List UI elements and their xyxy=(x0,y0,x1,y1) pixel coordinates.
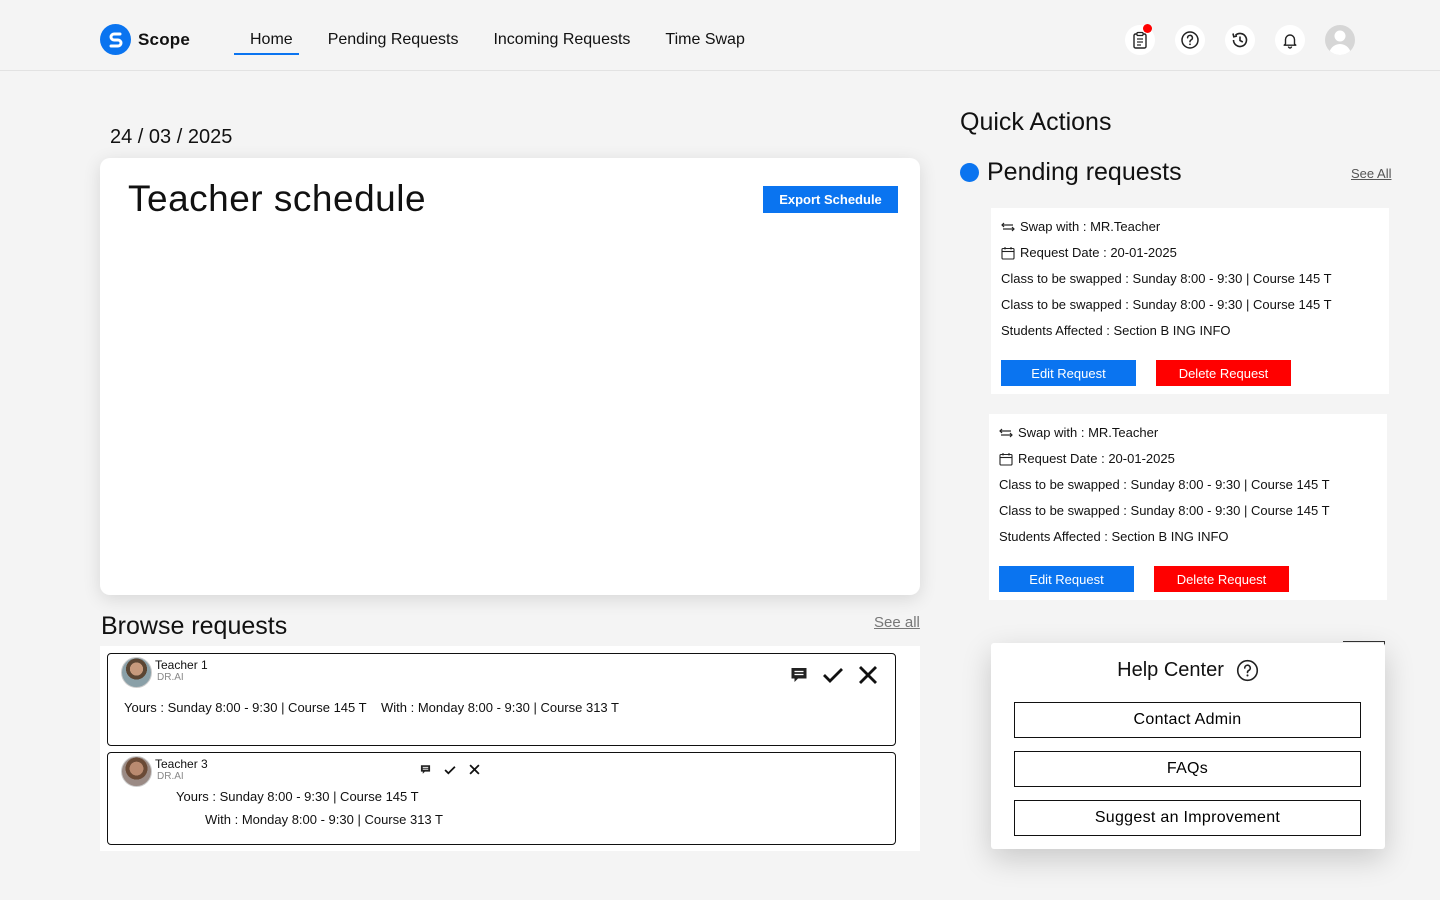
reject-button[interactable] xyxy=(469,762,480,780)
nav-incoming-requests[interactable]: Incoming Requests xyxy=(493,31,630,52)
help-center-popup: Help Center Contact Admin FAQs Suggest a… xyxy=(991,643,1385,849)
delete-request-button[interactable]: Delete Request xyxy=(1154,566,1289,592)
request-with: With : Monday 8:00 - 9:30 | Course 313 T xyxy=(381,700,619,715)
schedule-card: Teacher schedule Export Schedule xyxy=(100,158,920,595)
notification-dot xyxy=(1143,24,1152,33)
nav-time-swap[interactable]: Time Swap xyxy=(665,31,744,52)
help-icon xyxy=(1181,31,1199,49)
teacher-subtitle: DR.AI xyxy=(157,771,184,782)
teacher-avatar xyxy=(121,657,152,688)
calendar-icon xyxy=(999,452,1013,466)
suggest-improvement-button[interactable]: Suggest an Improvement xyxy=(1014,800,1361,836)
teacher-subtitle: DR.AI xyxy=(157,672,184,683)
check-icon xyxy=(444,766,456,775)
students-affected-text: Students Affected : Section B ING INFO xyxy=(999,529,1229,544)
contact-admin-button[interactable]: Contact Admin xyxy=(1014,702,1361,738)
accept-button[interactable] xyxy=(444,762,456,780)
user-avatar[interactable] xyxy=(1325,25,1355,55)
comment-icon xyxy=(420,765,431,774)
request-card[interactable]: Teacher 3 DR.AI Yours : Sunday 8:00 - 9:… xyxy=(107,752,896,845)
help-center-title: Help Center xyxy=(1117,659,1224,681)
pending-requests-heading: Pending requests xyxy=(960,158,1182,187)
close-icon xyxy=(469,764,480,775)
brand-name: Scope xyxy=(138,29,191,49)
request-yours: Yours : Sunday 8:00 - 9:30 | Course 145 … xyxy=(124,700,367,715)
brand-logo[interactable]: Scope xyxy=(100,24,190,55)
current-date: 24 / 03 / 2025 xyxy=(110,126,233,148)
pending-see-all-link[interactable]: See All xyxy=(1351,166,1391,181)
swap-icon xyxy=(999,428,1013,437)
swap-icon xyxy=(1001,222,1015,231)
bell-icon xyxy=(1283,34,1297,49)
check-icon xyxy=(823,668,843,683)
swap-with-text: Swap with : MR.Teacher xyxy=(1018,425,1159,440)
pending-request-card: Swap with : MR.Teacher Request Date : 20… xyxy=(991,208,1389,394)
calendar-icon xyxy=(1001,246,1015,260)
swap-with-text: Swap with : MR.Teacher xyxy=(1020,219,1161,234)
delete-request-button[interactable]: Delete Request xyxy=(1156,360,1291,386)
accept-button[interactable] xyxy=(822,666,844,689)
comment-button[interactable] xyxy=(790,666,808,689)
quick-actions-title: Quick Actions xyxy=(960,108,1112,136)
request-with: With : Monday 8:00 - 9:30 | Course 313 T xyxy=(205,812,443,827)
header-actions xyxy=(1125,24,1355,55)
comment-icon xyxy=(791,668,807,682)
export-schedule-button[interactable]: Export Schedule xyxy=(763,186,898,213)
main-nav: Home Pending Requests Incoming Requests … xyxy=(234,31,745,55)
clipboard-button[interactable] xyxy=(1125,24,1155,55)
teacher-name: Teacher 1 xyxy=(155,658,208,672)
class-swapped-text: Class to be swapped : Sunday 8:00 - 9:30… xyxy=(1001,271,1332,286)
browse-requests-title: Browse requests xyxy=(101,612,288,640)
comment-button[interactable] xyxy=(420,762,431,780)
request-date-text: Request Date : 20-01-2025 xyxy=(1020,245,1177,260)
edit-request-button[interactable]: Edit Request xyxy=(1001,360,1136,386)
help-center-header: Help Center xyxy=(991,659,1385,682)
browse-see-all-link[interactable]: See all xyxy=(874,614,920,631)
request-date-row: Request Date : 20-01-2025 xyxy=(1001,245,1177,260)
class-swapped-text: Class to be swapped : Sunday 8:00 - 9:30… xyxy=(999,503,1330,518)
students-affected-text: Students Affected : Section B ING INFO xyxy=(1001,323,1231,338)
faqs-button[interactable]: FAQs xyxy=(1014,751,1361,787)
scope-logo-icon xyxy=(100,24,131,55)
notifications-button[interactable] xyxy=(1275,25,1305,55)
help-icon xyxy=(1236,659,1258,682)
browse-requests-panel: Teacher 1 DR.AI Yours : Sunday 8:00 - 9:… xyxy=(100,646,920,851)
request-card[interactable]: Teacher 1 DR.AI Yours : Sunday 8:00 - 9:… xyxy=(107,653,896,746)
teacher-name: Teacher 3 xyxy=(155,757,208,771)
history-button[interactable] xyxy=(1225,25,1255,55)
request-date-row: Request Date : 20-01-2025 xyxy=(999,451,1175,466)
pending-status-dot xyxy=(960,163,979,182)
pending-request-card: Swap with : MR.Teacher Request Date : 20… xyxy=(989,414,1387,600)
pending-requests-title: Pending requests xyxy=(987,158,1182,186)
clipboard-icon xyxy=(1133,31,1147,49)
user-avatar-icon xyxy=(1329,30,1351,55)
swap-with-row: Swap with : MR.Teacher xyxy=(999,425,1158,440)
request-date-text: Request Date : 20-01-2025 xyxy=(1018,451,1175,466)
close-icon xyxy=(859,666,877,684)
reject-button[interactable] xyxy=(858,665,878,690)
request-actions xyxy=(420,762,480,780)
teacher-avatar xyxy=(121,756,152,787)
edit-request-button[interactable]: Edit Request xyxy=(999,566,1134,592)
swap-with-row: Swap with : MR.Teacher xyxy=(1001,219,1160,234)
help-button[interactable] xyxy=(1175,25,1205,55)
top-bar: Scope Home Pending Requests Incoming Req… xyxy=(0,0,1440,71)
request-yours: Yours : Sunday 8:00 - 9:30 | Course 145 … xyxy=(176,789,419,804)
nav-home[interactable]: Home xyxy=(234,31,299,55)
class-swapped-text: Class to be swapped : Sunday 8:00 - 9:30… xyxy=(1001,297,1332,312)
request-actions xyxy=(790,665,878,690)
class-swapped-text: Class to be swapped : Sunday 8:00 - 9:30… xyxy=(999,477,1330,492)
nav-pending-requests[interactable]: Pending Requests xyxy=(328,31,459,52)
history-icon xyxy=(1232,32,1248,48)
schedule-title: Teacher schedule xyxy=(128,178,427,219)
